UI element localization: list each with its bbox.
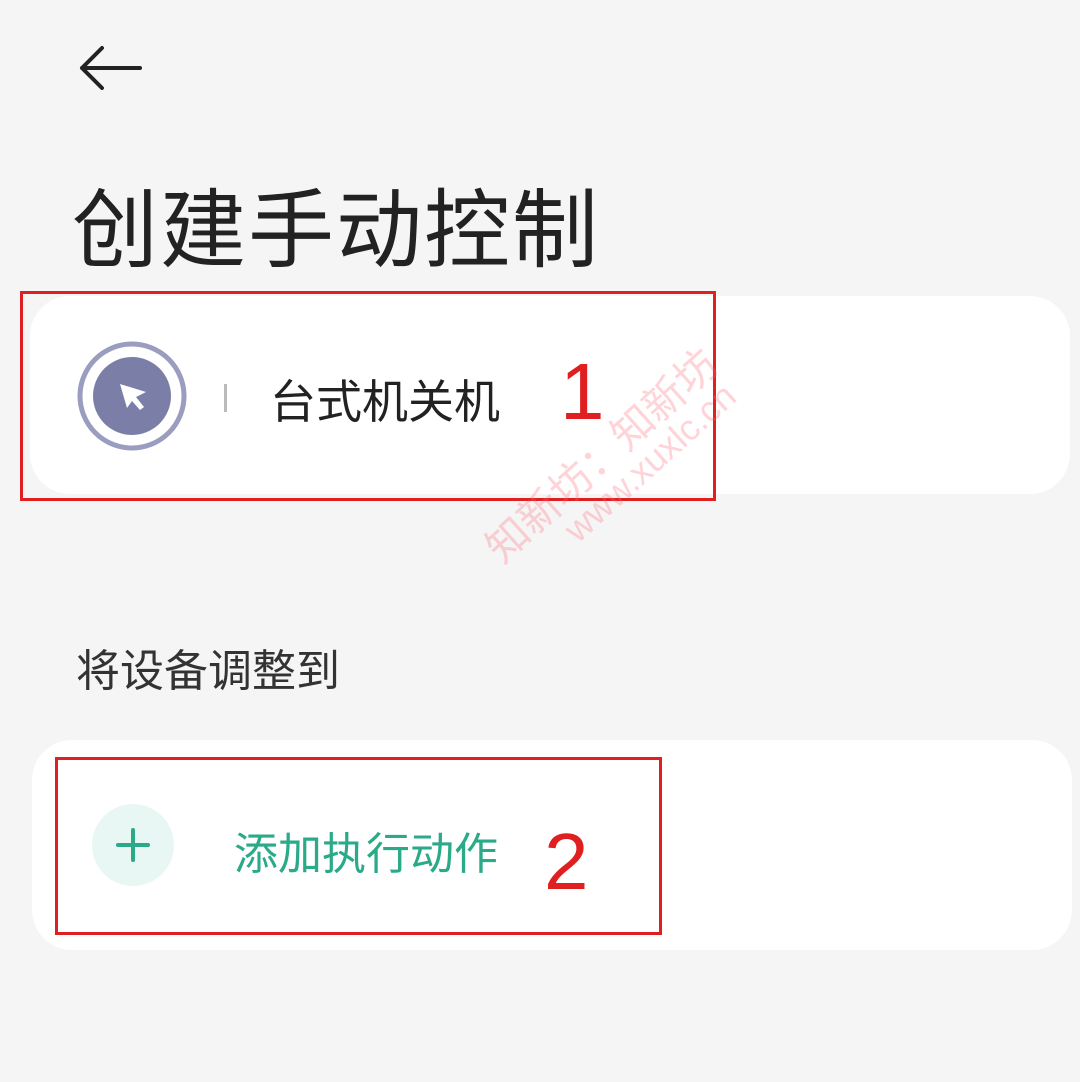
page-title: 创建手动控制 xyxy=(72,181,600,281)
annotation-box-1 xyxy=(20,291,716,501)
back-button[interactable] xyxy=(70,38,150,98)
annotation-number-2: 2 xyxy=(544,817,589,906)
arrow-left-icon xyxy=(80,46,142,90)
annotation-number-1: 1 xyxy=(560,347,605,436)
screen: 创建手动控制 台式机关机 将设备调整到 添加执行动作 1 2 知新坊：知新坊 w… xyxy=(0,0,1080,1082)
section-label: 将设备调整到 xyxy=(76,646,340,697)
